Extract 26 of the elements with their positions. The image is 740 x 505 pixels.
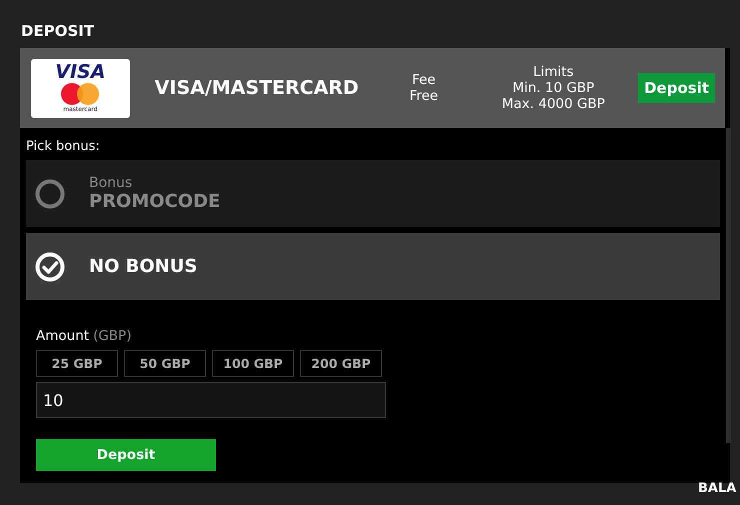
amount-preset-button[interactable]: 50 GBP	[124, 350, 206, 377]
page-title: DEPOSIT	[20, 21, 96, 42]
balance-label: BALA	[698, 481, 736, 496]
amount-label: Amount	[36, 328, 90, 344]
amount-field[interactable]: 10	[36, 382, 386, 418]
fee-label: Fee	[412, 72, 436, 88]
amount-preset-button[interactable]: 200 GBP	[300, 350, 382, 377]
bonus-caption: Bonus	[89, 175, 134, 191]
bonus-title: NO BONUS	[89, 256, 198, 277]
bonus-option[interactable]: NO BONUS	[26, 233, 720, 300]
limits-label: Limits	[533, 64, 574, 80]
fee-value: Free	[409, 88, 438, 104]
currency-label: (GBP)	[93, 328, 132, 344]
circles-icon	[60, 82, 100, 106]
bonus-title: PROMOCODE	[89, 191, 220, 212]
check-circle-icon	[35, 252, 65, 282]
amount-preset-button[interactable]: 25 GBP	[36, 350, 118, 377]
limits-min: Min. 10 GBP	[512, 80, 594, 96]
radio-circle-icon	[35, 178, 65, 208]
visa-logo-text: VISA	[55, 63, 106, 82]
method-name: VISA/MASTERCARD	[154, 77, 360, 99]
amount-preset-button[interactable]: 100 GBP	[212, 350, 294, 377]
bonus-option[interactable]: Bonus PROMOCODE	[26, 160, 720, 227]
deposit-button[interactable]: Deposit	[638, 73, 716, 103]
pick-bonus-label: Pick bonus:	[26, 138, 101, 156]
limits-max: Max. 4000 GBP	[502, 96, 605, 112]
